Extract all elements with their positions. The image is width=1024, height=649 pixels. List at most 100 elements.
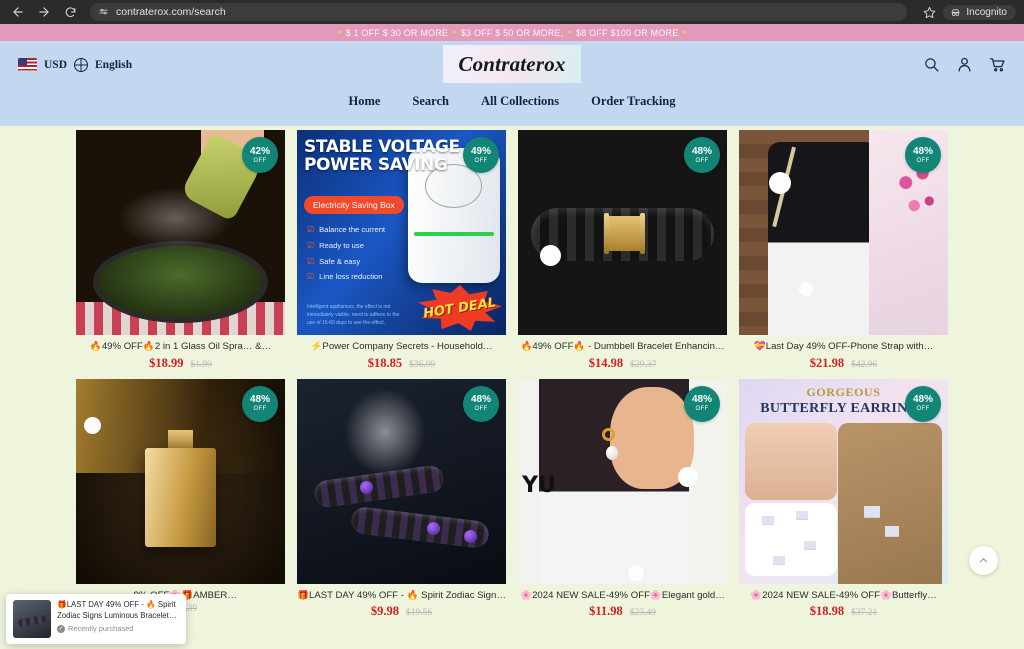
scroll-to-top-button[interactable]: [969, 546, 998, 575]
sparkle-icon: ✦: [451, 28, 458, 37]
sparkle-icon: ✦: [335, 28, 343, 37]
locale-selectors: USD English: [18, 57, 132, 72]
product-compare-price: $37.21: [851, 608, 878, 618]
arrow-right-icon: [39, 7, 49, 17]
product-card[interactable]: GORGEOUS BUTTERFLY EARRINGS 48% OFF 🌸202…: [739, 378, 948, 620]
search-icon[interactable]: [923, 56, 940, 73]
reload-button[interactable]: [60, 2, 80, 22]
sparkle-icon: ✦: [681, 28, 689, 37]
product-compare-price: $1.99: [190, 359, 212, 370]
product-price-row: $14.98 $29.37: [518, 356, 727, 371]
image-dot-marker: [84, 416, 101, 434]
site-header: USD English Contraterox Home Search All …: [0, 41, 1024, 126]
image-dot-marker: [769, 172, 791, 194]
product-title[interactable]: 🌸2024 NEW SALE-49% OFF🌸Elegant gold…: [518, 590, 727, 602]
art-volt-feature: Safe & easy: [307, 254, 385, 270]
art-volt-line2: POWER SAVING: [304, 155, 448, 176]
language-selector[interactable]: English: [95, 59, 132, 71]
back-button[interactable]: [8, 2, 28, 22]
image-dot-marker: [628, 564, 644, 581]
currency-selector[interactable]: USD: [44, 59, 67, 71]
discount-badge: 48% OFF: [463, 385, 499, 422]
arrow-left-icon: [13, 7, 23, 17]
product-price-row: $21.98 $42.96: [739, 356, 948, 371]
product-image[interactable]: STABLE VOLTAGE POWER SAVING Electricity S…: [297, 130, 506, 335]
site-settings-icon[interactable]: [98, 7, 109, 18]
product-image[interactable]: 48% OFF: [76, 378, 285, 584]
product-compare-price: $36.99: [409, 359, 436, 370]
art-volt-fineprint: Intelligent appliances, the effect is no…: [307, 304, 400, 326]
product-image[interactable]: GORGEOUS BUTTERFLY EARRINGS 48% OFF: [739, 378, 948, 584]
reload-icon: [65, 6, 75, 17]
art-volt-line1: STABLE VOLTAGE: [304, 137, 460, 157]
discount-percent: 48%: [470, 394, 491, 405]
product-title[interactable]: 🎁LAST DAY 49% OFF - 🔥 Spirit Zodiac Sign…: [297, 590, 506, 602]
nav-item-search[interactable]: Search: [412, 94, 449, 109]
discount-badge: 48% OFF: [905, 137, 941, 173]
toast-status: ✓ Recently purchased: [57, 624, 179, 633]
product-title[interactable]: 💝Last Day 49% OFF-Phone Strap with…: [739, 341, 948, 353]
discount-percent: 48%: [249, 394, 270, 405]
forward-button[interactable]: [34, 2, 54, 22]
hot-deal-starburst: HOT DEAL: [418, 285, 502, 331]
recently-purchased-toast[interactable]: 🎁LAST DAY 49% OFF - 🔥 Spirit Zodiac Sign…: [6, 594, 186, 644]
product-compare-price: $19.56: [406, 608, 433, 618]
header-icon-group: [923, 56, 1006, 73]
product-title[interactable]: 🔥49% OFF🔥 - Dumbbell Bracelet Enhancin…: [518, 341, 727, 353]
product-title[interactable]: ⚡Power Company Secrets - Household…: [297, 341, 506, 353]
product-title[interactable]: 🔥49% OFF🔥2 in 1 Glass Oil Spra… &…: [76, 341, 285, 353]
product-card[interactable]: 48% OFF 🔥49% OFF🔥 - Dumbbell Bracelet En…: [518, 130, 727, 371]
incognito-indicator[interactable]: Incognito: [943, 4, 1016, 20]
bookmark-button[interactable]: [919, 2, 939, 22]
product-image[interactable]: YU 48% OFF: [518, 378, 727, 584]
discount-off-label: OFF: [253, 406, 267, 412]
us-flag-icon: [18, 58, 37, 71]
main-navigation: Home Search All Collections Order Tracki…: [0, 88, 1024, 109]
discount-badge: 48% OFF: [684, 385, 720, 422]
browser-toolbar: contraterox.com/search Incognito: [0, 0, 1024, 24]
discount-percent: 42%: [249, 145, 270, 157]
product-card[interactable]: 48% OFF 💝Last Day 49% OFF-Phone Strap wi…: [739, 130, 948, 371]
product-card[interactable]: 48% OFF …9% OFF🌸🎁AMBER… $78.39: [76, 378, 285, 620]
product-card[interactable]: 48% OFF 🎁LAST DAY 49% OFF - 🔥 Spirit Zod…: [297, 378, 506, 620]
discount-badge: 48% OFF: [242, 385, 278, 422]
product-card[interactable]: YU 48% OFF 🌸2024 NEW SALE-49% OFF🌸Elegan…: [518, 378, 727, 620]
chevron-up-icon: [979, 558, 988, 563]
product-image[interactable]: 48% OFF: [739, 130, 948, 335]
address-bar[interactable]: contraterox.com/search: [90, 3, 908, 21]
product-price-row: $18.99 $1.99: [76, 356, 285, 371]
announcement-bar[interactable]: ✦ $ 1 OFF $ 30 OR MORE ✦ $3 OFF $ 50 OR …: [0, 24, 1024, 41]
discount-percent: 48%: [912, 145, 933, 157]
nav-item-all-collections[interactable]: All Collections: [481, 94, 559, 109]
discount-badge: 48% OFF: [905, 385, 941, 422]
discount-badge: 49% OFF: [463, 137, 499, 173]
logo-text: Contraterox: [458, 51, 566, 76]
product-price-row: $18.85 $36.99: [297, 356, 506, 371]
cart-icon[interactable]: [989, 56, 1006, 73]
sparkle-icon: ✦: [566, 28, 574, 37]
product-title[interactable]: 🌸2024 NEW SALE-49% OFF🌸Butterfly…: [739, 590, 948, 602]
url-text: contraterox.com/search: [116, 6, 226, 18]
discount-off-label: OFF: [695, 406, 709, 412]
product-grid: 42% OFF 🔥49% OFF🔥2 in 1 Glass Oil Spra… …: [76, 130, 948, 619]
product-image[interactable]: 48% OFF: [518, 130, 727, 335]
announcement-text-1: $ 1 OFF $ 30 OR MORE: [345, 27, 449, 38]
product-price-row: $9.98 $19.56: [297, 604, 506, 619]
product-price: $18.98: [809, 604, 845, 618]
site-logo[interactable]: Contraterox: [443, 45, 581, 83]
nav-item-order-tracking[interactable]: Order Tracking: [591, 94, 675, 109]
product-grid-wrapper: 42% OFF 🔥49% OFF🔥2 in 1 Glass Oil Spra… …: [0, 126, 1024, 619]
nav-item-home[interactable]: Home: [348, 94, 380, 109]
discount-percent: 48%: [912, 394, 933, 405]
image-dot-marker: [678, 466, 698, 487]
product-image[interactable]: 42% OFF: [76, 130, 285, 335]
page-content: ✦ $ 1 OFF $ 30 OR MORE ✦ $3 OFF $ 50 OR …: [0, 24, 1024, 649]
incognito-label: Incognito: [966, 6, 1007, 18]
account-icon[interactable]: [956, 56, 973, 73]
product-compare-price: $23.49: [629, 608, 656, 618]
product-price: $9.98: [370, 604, 399, 618]
product-card[interactable]: 42% OFF 🔥49% OFF🔥2 in 1 Glass Oil Spra… …: [76, 130, 285, 371]
product-image[interactable]: 48% OFF: [297, 378, 506, 584]
product-card[interactable]: STABLE VOLTAGE POWER SAVING Electricity S…: [297, 130, 506, 371]
discount-percent: 48%: [691, 394, 712, 405]
